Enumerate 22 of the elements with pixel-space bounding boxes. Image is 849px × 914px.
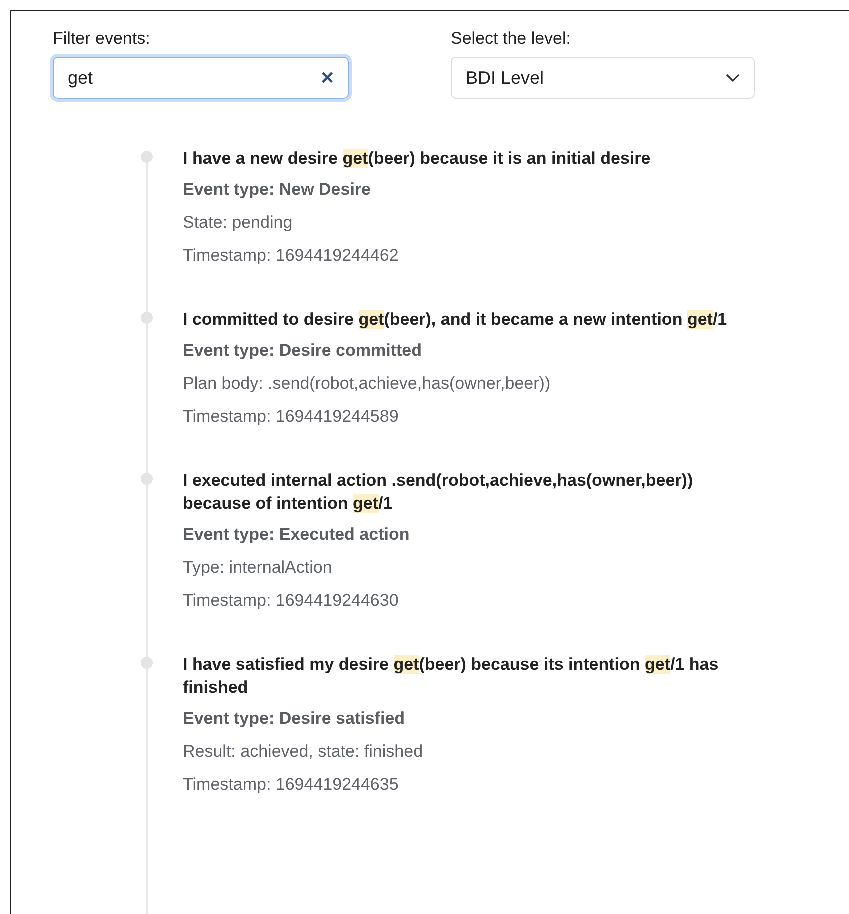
event-title: I committed to desire get(beer), and it became a new intention get/1 xyxy=(183,309,728,331)
event-title: I have satisfied my desire get(beer) because its intention get/1 has finished xyxy=(183,654,720,699)
event-detail: Result: achieved, state: finished xyxy=(183,742,424,762)
filter-field[interactable]: get × xyxy=(53,57,349,99)
filter-label: Filter events: xyxy=(53,29,152,49)
event-title: I have a new desire get(beer) because it is an initial desire xyxy=(183,148,652,170)
event-detail: Type: internalAction xyxy=(183,558,334,578)
event-type: Event type: Executed action xyxy=(183,525,411,545)
level-label: Select the level: xyxy=(451,29,572,49)
event-type: Event type: Desire committed xyxy=(183,341,424,361)
event-timestamp: Timestamp: 1694419244589 xyxy=(183,407,400,427)
event-timestamp: Timestamp: 1694419244635 xyxy=(183,775,400,795)
event-timestamp: Timestamp: 1694419244630 xyxy=(183,591,400,611)
event-timestamp: Timestamp: 1694419244462 xyxy=(183,246,400,266)
event-detail: State: pending xyxy=(183,213,294,233)
event-title: I executed internal action .send(robot,achieve,has(owner,beer)) because of intention get/1 xyxy=(183,470,694,515)
event-detail: Plan body: .send(robot,achieve,has(owner,beer)) xyxy=(183,374,552,394)
clear-icon[interactable]: × xyxy=(321,67,334,89)
level-dropdown[interactable]: BDI Level xyxy=(451,57,755,99)
chevron-down-icon xyxy=(726,74,740,82)
event-type: Event type: Desire satisfied xyxy=(183,709,406,729)
event-type: Event type: New Desire xyxy=(183,180,372,200)
